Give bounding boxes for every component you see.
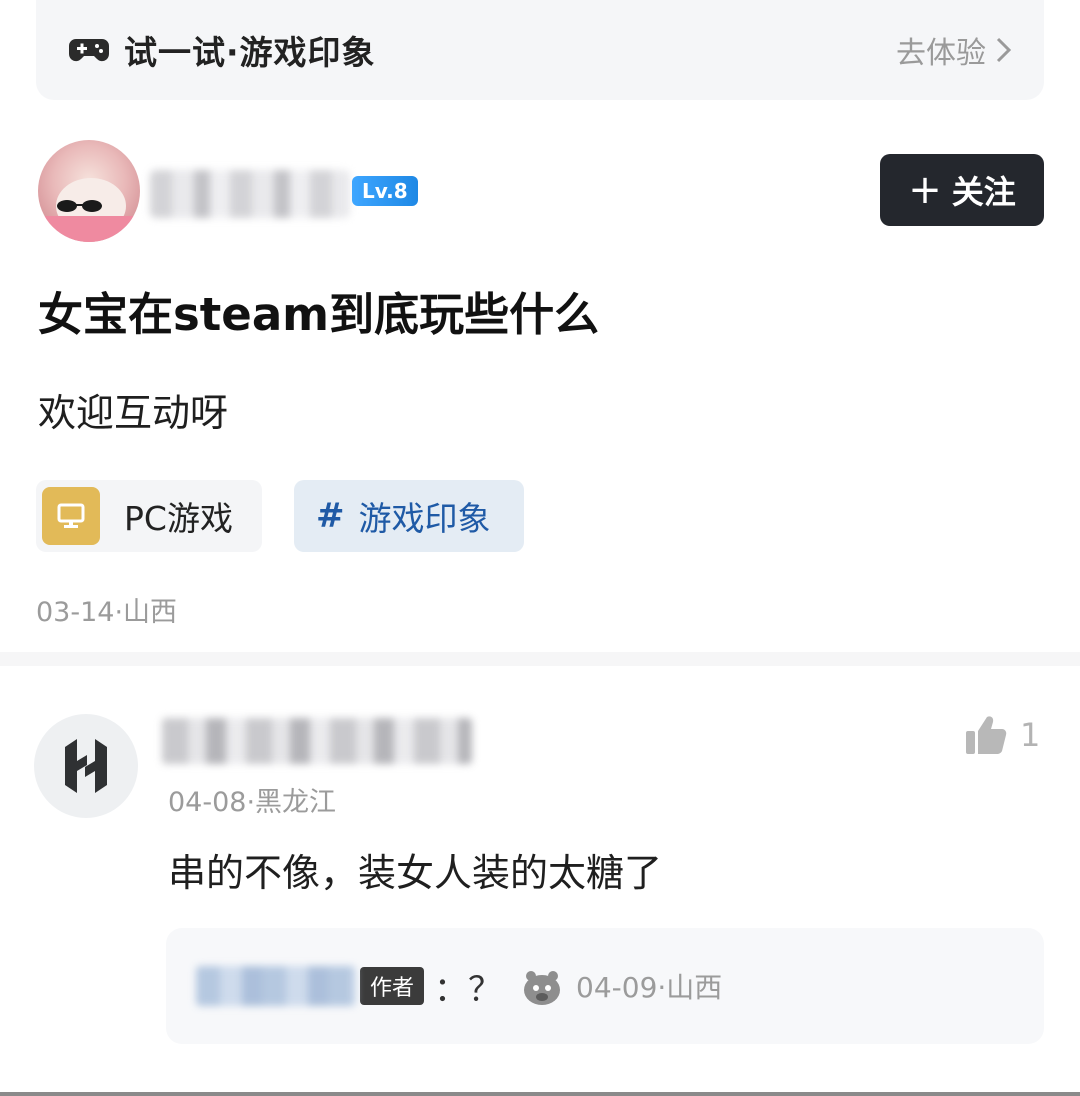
author-avatar[interactable] <box>38 140 140 242</box>
banner-try-label: 去体验 <box>896 36 986 71</box>
post-title: 女宝在steam到底玩些什么 <box>38 288 600 341</box>
follow-button[interactable]: + 关注 <box>880 154 1044 226</box>
post-date-location: 03-14·山西 <box>36 597 178 628</box>
thumbs-up-icon <box>966 716 1007 754</box>
comment-text: 串的不像，装女人装的太糖了 <box>168 851 663 895</box>
commenter-name-redacted[interactable] <box>162 718 472 764</box>
tag-topic-label: 游戏印象 <box>358 499 491 538</box>
like-count: 1 <box>1020 716 1041 754</box>
tag-game-impression[interactable]: # 游戏印象 <box>294 480 524 552</box>
author-badge: 作者 <box>360 967 425 1005</box>
comment-date-location: 04-08·黑龙江 <box>168 787 337 818</box>
gamepad-icon <box>68 35 110 65</box>
author-name-redacted[interactable] <box>150 170 350 218</box>
banner-try-link[interactable]: 去体验 <box>896 28 1014 72</box>
hash-icon: # <box>316 496 345 536</box>
like-button[interactable]: 1 <box>964 714 1040 756</box>
chevron-right-icon <box>996 37 1012 63</box>
reply-preview[interactable]: 作者 ：？ 04-09·山西 <box>166 928 1044 1044</box>
post-body: 欢迎互动呀 <box>38 391 229 435</box>
monitor-icon <box>42 487 100 545</box>
reply-text: ：？ <box>434 969 503 1010</box>
tag-pc-label: PC游戏 <box>124 499 233 538</box>
section-divider <box>0 652 1080 666</box>
tag-pc-games[interactable]: PC游戏 <box>36 480 262 552</box>
level-badge: Lv.8 <box>352 176 418 206</box>
bottom-edge <box>0 1092 1080 1096</box>
commenter-avatar[interactable] <box>34 714 138 818</box>
reply-date-location: 04-09·山西 <box>576 971 723 1004</box>
emoji-sticker-icon <box>524 971 561 1005</box>
game-impression-banner[interactable]: 试一试·游戏印象 去体验 <box>36 0 1044 100</box>
plus-icon: + <box>908 167 942 213</box>
follow-label: 关注 <box>951 173 1016 211</box>
reply-author-redacted[interactable] <box>196 966 356 1006</box>
banner-title: 试一试·游戏印象 <box>124 33 376 72</box>
